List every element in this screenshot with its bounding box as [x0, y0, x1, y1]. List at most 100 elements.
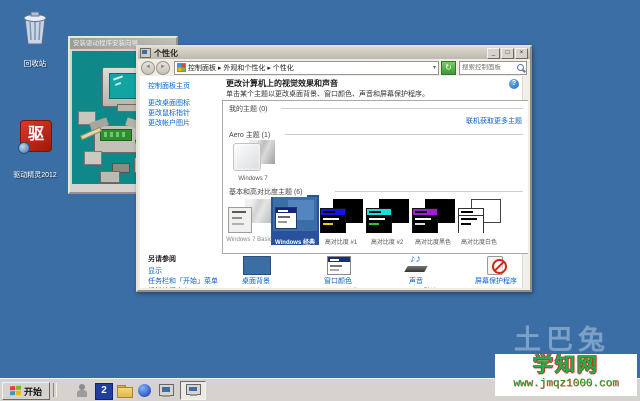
theme-windows-classic[interactable] — [273, 197, 317, 231]
theme-high-contrast-2[interactable] — [365, 199, 409, 233]
footer-desktop-background[interactable]: 桌面背景 纯色 — [226, 256, 286, 288]
hcw-window — [458, 208, 484, 233]
flag-green — [15, 385, 21, 390]
window-icon — [140, 48, 151, 58]
dash — [278, 216, 290, 218]
taskbar-active-window-button[interactable] — [180, 381, 206, 400]
theme-label-2: 高对比度 #1 — [324, 240, 358, 246]
hcw-titlebar — [459, 209, 483, 216]
quick-launch-computer-icon[interactable] — [158, 383, 174, 398]
sounds-icon: ♪♪ — [404, 253, 428, 273]
dash — [278, 221, 287, 223]
prohibition-icon — [492, 259, 507, 274]
window-title: 个性化 — [154, 48, 178, 58]
speaker-slab — [404, 266, 428, 272]
search-icon[interactable] — [517, 64, 524, 71]
footer-value-desktop-background: 纯色 — [226, 285, 286, 288]
screen-glint — [112, 75, 124, 81]
theme-high-contrast-white[interactable] — [457, 199, 501, 233]
sidebar-item-change-desktop-icons[interactable]: 更改桌面图标 — [148, 98, 190, 108]
sidebar-item-change-account-picture[interactable]: 更改帐户图片 — [148, 118, 190, 128]
address-field[interactable]: 控制面板 ▸ 外观和个性化 ▸ 个性化 ▾ — [174, 60, 439, 75]
promo-watermark: 学知网 www.jmqz1000.com — [495, 354, 637, 396]
close-button[interactable]: × — [515, 47, 528, 59]
windows-flag-icon — [9, 385, 21, 397]
flag-blue — [9, 391, 15, 396]
hc1-window — [320, 208, 346, 233]
rule-my-themes — [281, 108, 523, 109]
breadcrumb: 控制面板 ▸ 外观和个性化 ▸ 个性化 — [188, 64, 294, 72]
ql-base — [162, 395, 170, 397]
window-titlebar[interactable]: 个性化 _ □ × — [138, 47, 530, 59]
help-icon[interactable]: ? — [509, 79, 519, 89]
start-label: 开始 — [23, 386, 42, 397]
footer-sounds[interactable]: ♪♪ 声音 Windows 默认 — [386, 253, 446, 288]
desktop-background-icon — [243, 256, 271, 275]
sidebar-item-display[interactable]: 显示 — [148, 266, 162, 276]
aero-glass-square — [233, 143, 261, 171]
see-also-header: 另请参阅 — [148, 256, 176, 263]
sidebar-item-ease-of-access[interactable]: 轻松访问中心 — [148, 286, 190, 288]
dash — [232, 217, 242, 219]
window-color-icon — [327, 256, 351, 275]
hardware-box-2 — [84, 151, 102, 165]
quick-launch-folder-icon[interactable] — [116, 383, 133, 398]
task-monitor-base — [190, 394, 197, 396]
flag-red — [9, 386, 15, 391]
dash — [369, 211, 381, 213]
theme-label-3: 高对比度 #2 — [370, 240, 404, 246]
theme-label-windows7: Windows 7 — [238, 176, 268, 182]
taskbar-separator — [53, 383, 57, 397]
start-button[interactable]: 开始 — [2, 382, 50, 400]
dash — [461, 218, 477, 220]
minimize-button[interactable]: _ — [487, 47, 500, 59]
refresh-button[interactable]: ↻ — [441, 60, 456, 75]
promo-site-name: 学知网 — [533, 354, 599, 376]
dash — [232, 211, 246, 213]
app2-glyph: 2 — [101, 385, 107, 396]
dash — [461, 211, 473, 213]
quick-launch-app2-icon[interactable]: 2 — [95, 383, 113, 400]
back-button[interactable]: ◄ — [141, 60, 155, 75]
search-box[interactable] — [459, 60, 527, 75]
footer-window-color[interactable]: 窗口颜色 Windows 经典 — [308, 256, 368, 288]
sidebar-item-control-panel-home[interactable]: 控制面板主页 — [148, 81, 190, 91]
footer-value-screen-saver: 无 — [466, 285, 526, 288]
desktop-icon-recycle-bin[interactable]: 回收站 — [0, 10, 70, 72]
screen-saver-icon — [487, 256, 507, 275]
sidebar-item-change-mouse-pointers[interactable]: 更改鼠标指针 — [148, 108, 190, 118]
circuit-board — [100, 129, 132, 141]
classic-front-window — [275, 207, 297, 229]
dash — [323, 218, 339, 220]
maximize-button[interactable]: □ — [501, 47, 514, 59]
dash — [461, 223, 471, 225]
theme-high-contrast-1[interactable] — [319, 199, 363, 233]
section-aero-themes: Aero 主题 (1) — [229, 130, 275, 140]
theme-label-0: Windows 7 Basic — [226, 237, 272, 243]
theme-high-contrast-black[interactable] — [411, 199, 455, 233]
personalization-window: 个性化 _ □ × ◄ ► 控制面板 ▸ 外观和个性化 ▸ 个性化 ▾ ↻ ? … — [136, 45, 532, 292]
sphere — [138, 384, 151, 397]
search-input[interactable] — [462, 64, 517, 71]
sidebar-item-taskbar-start-menu[interactable]: 任务栏和「开始」菜单 — [148, 276, 218, 286]
theme-windows7-aero[interactable] — [231, 140, 275, 174]
dash — [323, 223, 333, 225]
quick-launch-person-icon[interactable] — [74, 383, 90, 398]
desktop-icon-driver-genie[interactable]: 驱 驱动精灵2012 — [0, 120, 70, 182]
get-more-themes-link[interactable]: 联机获取更多主题 — [466, 116, 522, 126]
dash — [330, 265, 342, 267]
footer-screen-saver[interactable]: 屏幕保护程序 无 — [466, 256, 526, 288]
page-title: 更改计算机上的视觉效果和声音 — [226, 79, 338, 88]
rule-basic — [335, 191, 523, 192]
dash — [415, 211, 427, 213]
themes-panel: 我的主题 (0) 联机获取更多主题 Aero 主题 (1) Windows 7 … — [222, 100, 528, 254]
hc2-titlebar — [367, 209, 391, 215]
theme-windows7-basic[interactable] — [227, 199, 271, 233]
hc1-titlebar — [321, 209, 345, 215]
address-dropdown-icon[interactable]: ▾ — [433, 64, 436, 71]
section-basic-themes: 基本和高对比度主题 (6) — [229, 187, 307, 197]
quick-launch-sphere-icon[interactable] — [137, 383, 153, 398]
forward-button[interactable]: ► — [156, 60, 170, 75]
window-content: ? 控制面板主页 更改桌面图标 更改鼠标指针 更改帐户图片 另请参阅 显示 任务… — [140, 76, 528, 288]
theme-label-1: Windows 经典 — [275, 240, 315, 246]
